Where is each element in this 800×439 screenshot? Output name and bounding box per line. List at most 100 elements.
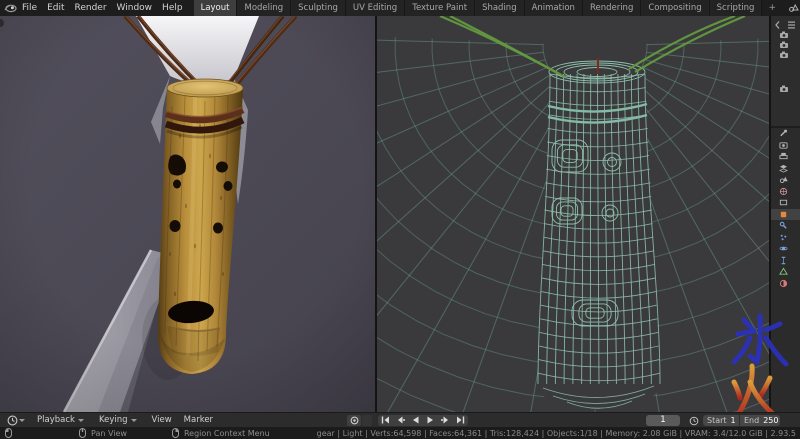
scene-icon: [779, 175, 788, 184]
properties-tab-view-layer[interactable]: [771, 163, 800, 175]
play-button[interactable]: [423, 415, 438, 426]
previous-keyframe-button[interactable]: [393, 415, 408, 426]
properties-tab-particles[interactable]: [771, 232, 800, 244]
tool-icon: [779, 129, 788, 138]
frame-range-group: Start 1 End 250: [703, 415, 780, 426]
list-icon[interactable]: [787, 20, 797, 30]
camera-icon[interactable]: [779, 30, 789, 40]
properties-tab-tool[interactable]: [771, 128, 800, 140]
jump-to-start-button[interactable]: [378, 415, 393, 426]
use-preview-range-icon[interactable]: [688, 415, 700, 426]
properties-tab-physics[interactable]: [771, 243, 800, 255]
play-reverse-button[interactable]: [408, 415, 423, 426]
timeline-header: Playback Keying View Marker 1 Start 1 En…: [0, 412, 800, 427]
jump-to-end-button[interactable]: [453, 415, 468, 426]
world-icon: [779, 187, 788, 196]
collection-icon: [779, 198, 788, 207]
workspace-tab-texture-paint[interactable]: Texture Paint: [405, 0, 476, 16]
data-icon: [779, 267, 788, 276]
constraints-icon: [779, 256, 788, 265]
statusbar: Pan View Region Context Menu gear | Light…: [0, 427, 800, 439]
end-value: 250: [763, 416, 779, 425]
menubar: File Edit Render Window Help: [17, 0, 188, 16]
start-value: 1: [730, 416, 736, 425]
timeline-menu-marker[interactable]: Marker: [178, 413, 219, 427]
editor-type-clock-icon[interactable]: [4, 415, 31, 426]
add-workspace-button[interactable]: +: [762, 0, 782, 16]
topbar-right: Scene × View Layer ×: [782, 2, 800, 14]
input-hint: Pan View: [78, 428, 127, 438]
start-label: Start: [707, 416, 727, 425]
menu-edit[interactable]: Edit: [42, 0, 69, 16]
scene-statistics: gear | Light | Verts:64,598 | Faces:64,3…: [316, 428, 796, 438]
end-frame-field[interactable]: End 250: [740, 415, 780, 426]
workspace-tab-rendering[interactable]: Rendering: [582, 0, 642, 16]
object-icon: [779, 210, 788, 219]
next-keyframe-button[interactable]: [438, 415, 453, 426]
render-viewport[interactable]: [0, 16, 375, 412]
timeline-menus: Playback Keying View Marker: [31, 413, 219, 427]
wireframe-canvas: [377, 16, 769, 412]
timeline-menu-keying[interactable]: Keying: [93, 413, 146, 427]
output-icon: [779, 152, 788, 161]
scene-icon[interactable]: [788, 3, 799, 13]
view-layer-icon: [779, 164, 788, 173]
properties-tab-constraints[interactable]: [771, 255, 800, 267]
auto-key-record-button[interactable]: [347, 414, 361, 426]
workspace-tab-layout[interactable]: Layout: [193, 0, 238, 16]
workspace-tab-shading[interactable]: Shading: [475, 0, 525, 16]
render-viewport-canvas: [0, 16, 375, 412]
properties-tab-data[interactable]: [771, 266, 800, 278]
keying-set-button[interactable]: [362, 414, 372, 426]
playback-controls: [347, 414, 468, 426]
menu-help[interactable]: Help: [157, 0, 188, 16]
workspace-tab-animation[interactable]: Animation: [524, 0, 583, 16]
properties-tab-world[interactable]: [771, 186, 800, 198]
workspace-tab-scripting[interactable]: Scripting: [709, 0, 763, 16]
properties-tab-scene[interactable]: [771, 174, 800, 186]
wireframe-viewport[interactable]: [377, 16, 769, 412]
mouse-right-icon: [171, 428, 181, 438]
collapse-chevron-icon[interactable]: [773, 20, 783, 30]
workspace-tab-modeling[interactable]: Modeling: [237, 0, 292, 16]
modifier-icon: [779, 221, 788, 230]
topbar: File Edit Render Window Help Layout Modeling S…: [0, 0, 800, 16]
properties-tab-collection[interactable]: [771, 197, 800, 209]
input-hint: Region Context Menu: [171, 428, 270, 438]
particles-icon: [779, 233, 788, 242]
scene-selector: Scene ×: [788, 2, 800, 14]
input-hint-label: Pan View: [91, 428, 127, 438]
render-icon: [779, 141, 788, 150]
workspace-tab-sculpting[interactable]: Sculpting: [291, 0, 346, 16]
input-hint: [4, 428, 14, 438]
mouse-left-icon: [4, 428, 14, 438]
workspace-tabs: Layout Modeling Sculpting UV Editing Texture…: [193, 0, 782, 16]
menu-file[interactable]: File: [17, 0, 42, 16]
camera-icon[interactable]: [779, 50, 789, 60]
properties-tab-modifier[interactable]: [771, 220, 800, 232]
timeline-menu-playback[interactable]: Playback: [31, 413, 93, 427]
workspace-tab-uv-editing[interactable]: UV Editing: [345, 0, 406, 16]
properties-tab-render[interactable]: [771, 140, 800, 152]
end-label: End: [744, 416, 760, 425]
menu-window[interactable]: Window: [112, 0, 158, 16]
physics-icon: [779, 244, 788, 253]
blender-logo-icon[interactable]: [4, 3, 17, 13]
side-editors-sliver: [771, 16, 800, 412]
properties-tab-output[interactable]: [771, 151, 800, 163]
camera-icon[interactable]: [779, 84, 789, 94]
properties-tab-object[interactable]: [771, 208, 800, 220]
input-hint-label: Region Context Menu: [183, 428, 270, 438]
input-hints: Pan View Region Context Menu: [0, 428, 270, 438]
mouse-middle-icon: [78, 428, 88, 438]
start-frame-field[interactable]: Start 1: [703, 415, 739, 426]
camera-icon[interactable]: [779, 40, 789, 50]
outliner-sliver: [771, 16, 800, 126]
properties-tab-material[interactable]: [771, 278, 800, 290]
menu-render[interactable]: Render: [70, 0, 112, 16]
properties-tab-column: [771, 128, 800, 412]
current-frame-field[interactable]: 1: [646, 415, 680, 426]
material-icon: [779, 279, 788, 288]
workspace-tab-compositing[interactable]: Compositing: [641, 0, 710, 16]
timeline-menu-view[interactable]: View: [146, 413, 178, 427]
